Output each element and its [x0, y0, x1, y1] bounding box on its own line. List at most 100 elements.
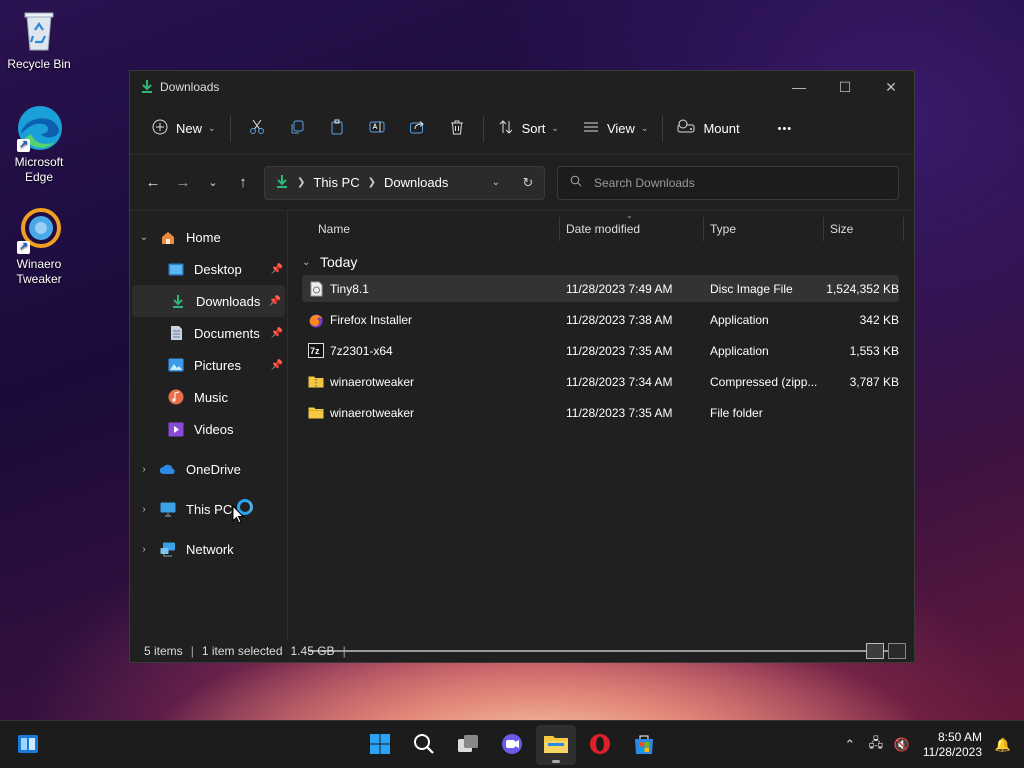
- chevron-right-icon: ›: [142, 543, 146, 555]
- up-button[interactable]: ↑: [228, 168, 258, 198]
- close-button[interactable]: ✕: [868, 71, 914, 103]
- chevron-right-icon: ❯: [367, 177, 377, 188]
- network-icon: [158, 541, 178, 557]
- breadcrumb-downloads[interactable]: Downloads: [384, 175, 448, 190]
- task-view-button[interactable]: [448, 725, 488, 765]
- rename-button[interactable]: [357, 113, 397, 145]
- delete-button[interactable]: [437, 113, 477, 145]
- sidebar-item-this-pc[interactable]: › This PC: [130, 493, 287, 525]
- mouse-cursor-icon: [232, 505, 244, 524]
- sort-label: Sort: [521, 121, 546, 136]
- desktop-icon-edge[interactable]: ↗ Microsoft Edge: [0, 104, 78, 185]
- file-row[interactable]: 7z 7z2301-x64 11/28/2023 7:35 AM Applica…: [302, 337, 899, 364]
- file-date: 11/28/2023 7:35 AM: [566, 405, 673, 420]
- status-item-count: 5 items: [144, 644, 183, 658]
- column-header-size[interactable]: Size: [824, 217, 904, 241]
- sidebar-item-label: Pictures: [194, 357, 241, 373]
- title-bar[interactable]: Downloads — ☐ ✕: [130, 71, 914, 103]
- downloads-icon: [168, 293, 188, 309]
- file-size: 1,524,352 KB: [826, 281, 899, 296]
- back-button[interactable]: ←: [138, 168, 168, 198]
- chevron-down-icon: ⌄: [208, 123, 216, 133]
- forward-button[interactable]: →: [168, 168, 198, 198]
- breadcrumb-this-pc[interactable]: This PC: [313, 175, 359, 190]
- file-row[interactable]: winaerotweaker 11/28/2023 7:34 AM Compre…: [302, 368, 899, 395]
- view-button[interactable]: View ⌄: [575, 113, 657, 145]
- mount-label: Mount: [703, 121, 740, 136]
- column-header-type[interactable]: Type: [704, 217, 824, 241]
- search-icon: [413, 733, 435, 758]
- file-date: 11/28/2023 7:35 AM: [566, 343, 673, 358]
- search-input[interactable]: [594, 175, 874, 190]
- volume-muted-icon[interactable]: 🔇: [889, 737, 915, 753]
- sidebar-item-desktop[interactable]: Desktop 📌: [130, 253, 287, 285]
- file-list: Name ⌄ Date modified Type Size ⌄ Today T…: [288, 211, 914, 640]
- address-history-button[interactable]: ⌄: [480, 177, 512, 188]
- chevron-down-icon: ⌄: [640, 123, 649, 133]
- trash-icon: [449, 119, 465, 138]
- refresh-button[interactable]: ↻: [512, 175, 544, 191]
- file-row[interactable]: Firefox Installer 11/28/2023 7:38 AM App…: [302, 306, 899, 333]
- pictures-icon: [166, 357, 186, 373]
- chevron-down-icon: ⌄: [139, 231, 149, 243]
- status-selected: 1 item selected: [201, 644, 283, 658]
- file-type: File folder: [710, 405, 763, 420]
- group-header-today[interactable]: ⌄ Today: [302, 249, 914, 275]
- file-row[interactable]: winaerotweaker 11/28/2023 7:35 AM File f…: [302, 399, 899, 426]
- address-row: ← → ⌄ ↑ ❯ This PC ❯ Downloads ⌄ ↻: [130, 155, 914, 211]
- column-header-label: Date modified: [566, 222, 641, 236]
- file-explorer-taskbar-button[interactable]: [536, 725, 576, 765]
- desktop-icon-winaero-tweaker[interactable]: ↗ Winaero Tweaker: [0, 206, 78, 287]
- column-header-date[interactable]: ⌄ Date modified: [560, 211, 704, 241]
- column-header-name[interactable]: Name: [302, 217, 560, 241]
- start-button[interactable]: [360, 725, 400, 765]
- share-button[interactable]: [397, 113, 437, 145]
- show-hidden-icons-button[interactable]: ⌃: [837, 737, 863, 753]
- svg-text:7z: 7z: [310, 346, 320, 356]
- sidebar-item-music[interactable]: Music: [130, 381, 287, 413]
- more-options-button[interactable]: •••: [770, 113, 801, 145]
- sidebar-item-documents[interactable]: Documents 📌: [130, 317, 287, 349]
- search-box[interactable]: [557, 165, 899, 200]
- copy-button[interactable]: [277, 113, 317, 145]
- file-type: Disc Image File: [710, 281, 793, 296]
- view-lines-icon: [583, 119, 599, 138]
- home-icon: [158, 229, 178, 245]
- cloud-icon: [158, 461, 178, 477]
- divider: [482, 115, 484, 142]
- search-button[interactable]: [404, 725, 444, 765]
- store-button[interactable]: [624, 725, 664, 765]
- chat-button[interactable]: [492, 725, 532, 765]
- maximize-button[interactable]: ☐: [822, 71, 868, 103]
- address-bar[interactable]: ❯ This PC ❯ Downloads ⌄ ↻: [264, 165, 545, 200]
- sidebar-item-pictures[interactable]: Pictures 📌: [130, 349, 287, 381]
- recycle-bin-icon: [15, 6, 63, 54]
- sidebar-item-home[interactable]: ⌄ Home: [130, 221, 287, 253]
- file-size: 342 KB: [859, 312, 899, 327]
- tiles-view-toggle[interactable]: [888, 643, 906, 659]
- paste-button[interactable]: [317, 113, 357, 145]
- desktop-icon-recycle-bin[interactable]: Recycle Bin: [0, 6, 78, 72]
- sidebar-item-network[interactable]: › Network: [130, 533, 287, 565]
- clock[interactable]: 8:50 AM 11/28/2023: [923, 730, 982, 760]
- divider: [229, 115, 231, 142]
- sidebar-item-videos[interactable]: Videos: [130, 413, 287, 445]
- opera-button[interactable]: [580, 725, 620, 765]
- widgets-button[interactable]: [8, 725, 48, 765]
- file-size: 1,553 KB: [849, 343, 899, 358]
- details-view-toggle[interactable]: [866, 643, 884, 659]
- sort-arrows-icon: [498, 119, 514, 138]
- sidebar-item-downloads[interactable]: Downloads 📌: [132, 285, 285, 317]
- notification-icon[interactable]: 🔔: [990, 737, 1016, 753]
- sort-button[interactable]: Sort ⌄: [490, 113, 567, 145]
- recent-locations-button[interactable]: ⌄: [198, 168, 228, 198]
- file-row[interactable]: Tiny8.1 11/28/2023 7:49 AM Disc Image Fi…: [302, 275, 899, 302]
- divider: [662, 115, 664, 142]
- mount-button[interactable]: Mount: [669, 113, 747, 145]
- new-button[interactable]: New ⌄: [144, 113, 224, 145]
- network-status-icon[interactable]: 🖧: [863, 734, 889, 756]
- minimize-button[interactable]: —: [776, 71, 822, 103]
- command-bar: New ⌄ Sort ⌄ View ⌄ Mount •••: [130, 103, 914, 155]
- cut-button[interactable]: [237, 113, 277, 145]
- sidebar-item-onedrive[interactable]: › OneDrive: [130, 453, 287, 485]
